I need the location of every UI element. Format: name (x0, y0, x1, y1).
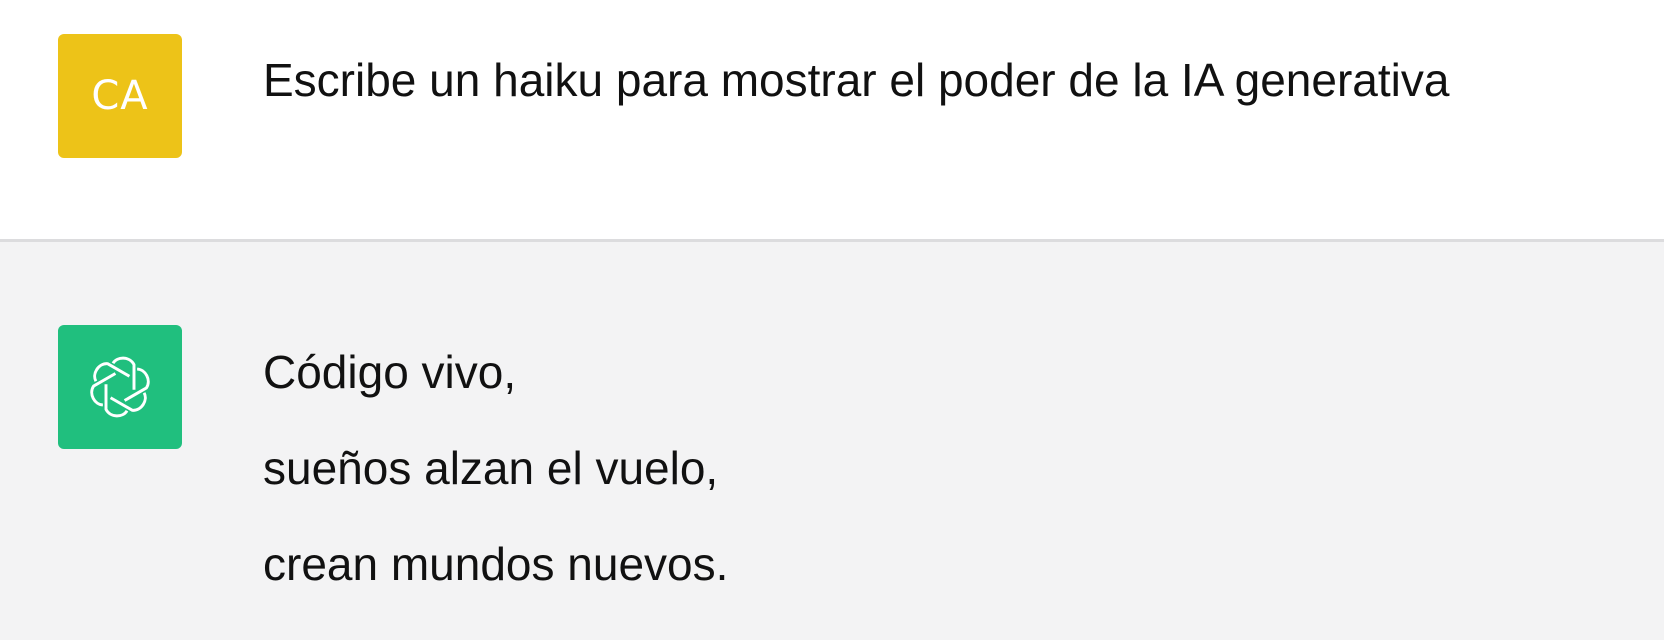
assistant-message-row: Código vivo, sueños alzan el vuelo, crea… (0, 242, 1664, 640)
user-avatar-initials: CA (91, 73, 149, 119)
openai-logo-icon (90, 356, 150, 418)
user-avatar: CA (58, 34, 182, 158)
chat-thread: CA Escribe un haiku para mostrar el pode… (0, 0, 1664, 640)
haiku-line-3: crean mundos nuevos. (263, 538, 729, 590)
user-message-row: CA Escribe un haiku para mostrar el pode… (0, 0, 1664, 239)
user-message-text: Escribe un haiku para mostrar el poder d… (263, 54, 1450, 106)
assistant-avatar (58, 325, 182, 449)
haiku-line-1: Código vivo, (263, 346, 517, 398)
assistant-message-text: Código vivo, sueños alzan el vuelo, crea… (263, 340, 728, 628)
haiku-line-2: sueños alzan el vuelo, (263, 442, 719, 494)
